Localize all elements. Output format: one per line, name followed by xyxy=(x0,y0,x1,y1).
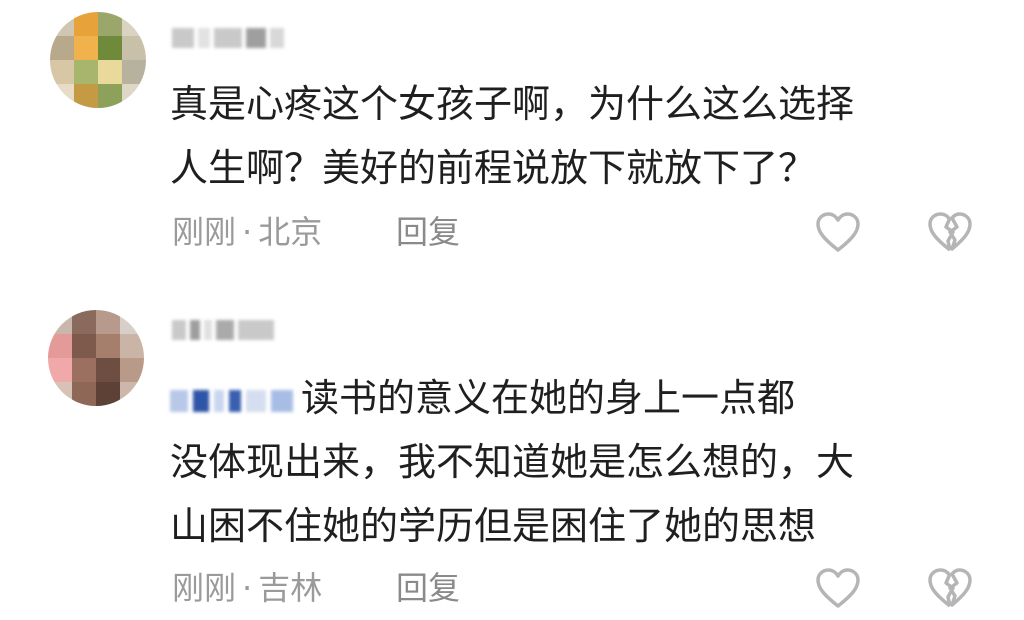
comment-meta: 刚刚 · 吉林 xyxy=(172,568,322,608)
reply-button[interactable]: 回复 xyxy=(396,568,460,608)
comment-text: 真是心疼这个女孩子啊，为什么这么选择 人生啊？美好的前程说放下就放下了？ xyxy=(170,72,854,200)
meta-separator: · xyxy=(242,569,253,607)
comment-line: 人生啊？美好的前程说放下就放下了？ xyxy=(170,146,817,190)
avatar[interactable] xyxy=(48,310,144,406)
username[interactable] xyxy=(172,26,284,50)
comment-line-text: 读书的意义在她的身上一点都 xyxy=(301,376,796,420)
comment-line: 山困不住她的学历但是困住了她的思想 xyxy=(170,504,817,548)
comment-time: 刚刚 xyxy=(172,213,237,251)
broken-heart-icon[interactable] xyxy=(926,566,974,610)
avatar[interactable] xyxy=(50,12,146,108)
heart-outline-icon[interactable] xyxy=(814,566,862,610)
comment-time: 刚刚 xyxy=(172,569,237,607)
reply-button[interactable]: 回复 xyxy=(396,212,460,252)
username[interactable] xyxy=(172,318,274,342)
meta-separator: · xyxy=(242,213,253,251)
comment-line: 读书的意义在她的身上一点都 xyxy=(170,366,854,430)
broken-heart-icon[interactable] xyxy=(926,210,974,254)
heart-outline-icon[interactable] xyxy=(814,210,862,254)
mention-user[interactable] xyxy=(170,389,293,412)
comment-location: 吉林 xyxy=(258,569,323,607)
comment-text: 读书的意义在她的身上一点都 没体现出来，我不知道她是怎么想的，大 山困不住她的学… xyxy=(170,366,854,558)
comment-line: 真是心疼这个女孩子啊，为什么这么选择 xyxy=(170,82,855,126)
comment-line: 没体现出来，我不知道她是怎么想的，大 xyxy=(170,440,855,484)
comment-location: 北京 xyxy=(258,213,323,251)
comment-meta: 刚刚 · 北京 xyxy=(172,212,322,252)
